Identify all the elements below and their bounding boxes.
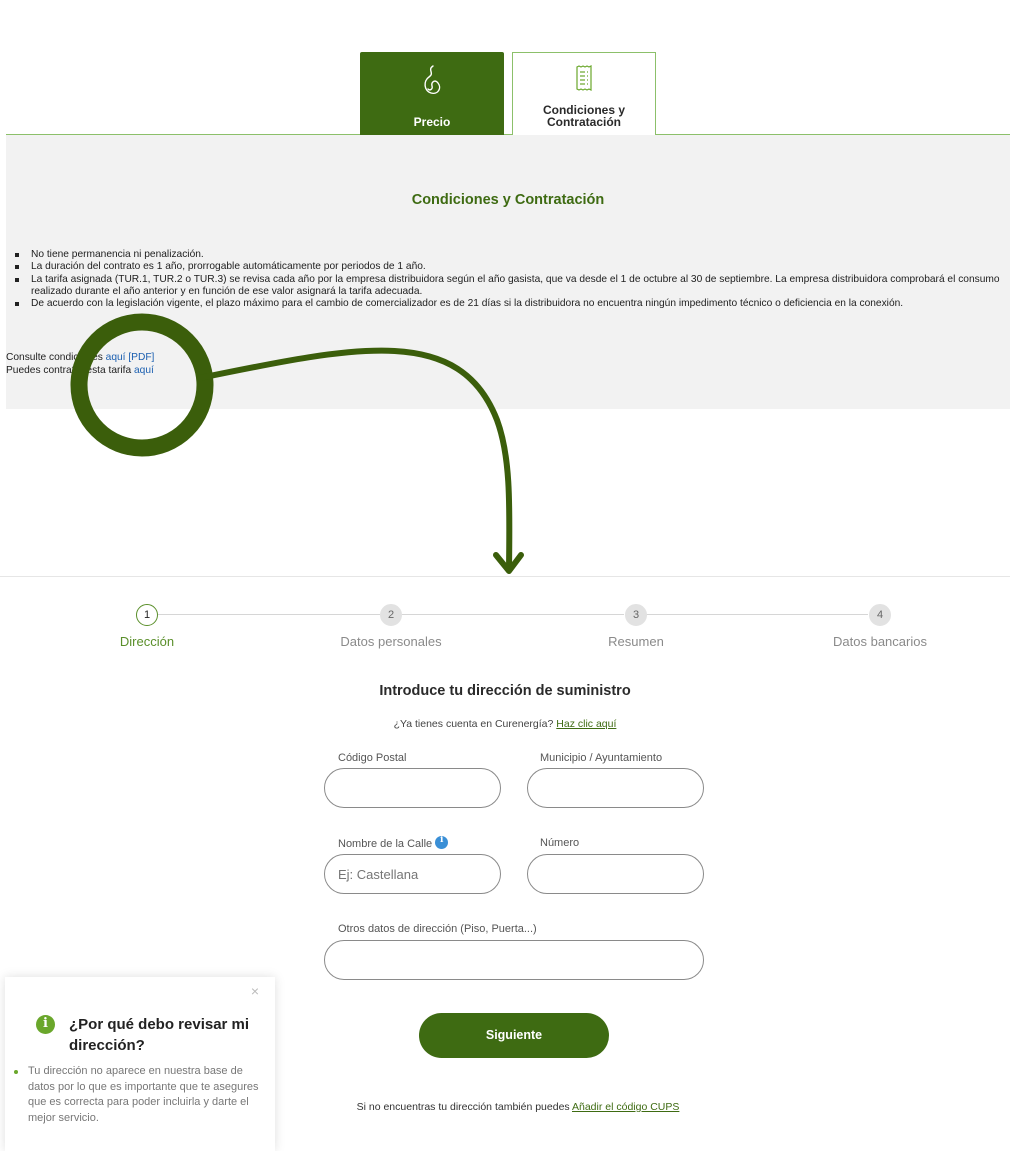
conditions-panel: Condiciones y Contratación No tiene perm… [6, 135, 1010, 409]
street-number-label: Número [540, 837, 580, 849]
consult-text: Consulte condiciones [6, 352, 106, 363]
municipio-input[interactable] [527, 768, 704, 808]
step-label: Dirección [119, 634, 175, 649]
postal-code-input[interactable] [324, 768, 501, 808]
conditions-pdf-link[interactable]: aquí [PDF] [106, 352, 155, 363]
list-item: La tarifa asignada (TUR.1, TUR.2 o TUR.3… [6, 274, 1010, 299]
account-text: ¿Ya tienes cuenta en Curenergía? [393, 718, 557, 730]
step-number: 4 [869, 604, 891, 626]
street-name-input[interactable] [324, 854, 501, 894]
other-address-label: Otros datos de dirección (Piso, Puerta..… [338, 923, 537, 935]
list-item: De acuerdo con la legislación vigente, e… [6, 298, 1010, 310]
close-icon[interactable]: × [251, 983, 259, 999]
step-direccion: 1 Dirección [57, 604, 237, 649]
list-item: La duración del contrato es 1 año, prorr… [6, 261, 1010, 273]
street-number-input[interactable] [527, 854, 704, 894]
step-label: Datos bancarios [833, 634, 927, 649]
cups-text: Si no encuentras tu dirección también pu… [356, 1101, 572, 1113]
conditions-title: Condiciones y Contratación [411, 192, 605, 208]
info-icon [36, 1015, 55, 1034]
step-label: Resumen [608, 634, 664, 649]
next-button[interactable]: Siguiente [419, 1013, 609, 1058]
postal-code-label: Código Postal [338, 752, 407, 764]
step-number: 3 [625, 604, 647, 626]
tab-precio[interactable]: Precio [360, 52, 504, 135]
arrow-head [493, 552, 524, 574]
info-icon[interactable] [435, 835, 449, 849]
tooltip-title: ¿Por qué debo revisar mi dirección? [69, 1016, 250, 1054]
login-link[interactable]: Haz clic aquí [556, 718, 616, 730]
contract-link[interactable]: aquí [134, 365, 154, 376]
step-datos-bancarios: 4 Datos bancarios [790, 604, 970, 649]
account-prompt: ¿Ya tienes cuenta en Curenergía? Haz cli… [0, 718, 1010, 730]
section-divider [0, 576, 1010, 577]
add-cups-link[interactable]: Añadir el código CUPS [572, 1101, 679, 1113]
tab-precio-label: Precio [413, 115, 451, 129]
form-title: Introduce tu dirección de suministro [379, 683, 631, 699]
street-name-label-text: Nombre de la Calle [338, 838, 433, 850]
conditions-list: No tiene permanencia ni penalización. La… [6, 249, 1010, 310]
contract-text: Puedes contratar esta tarifa [6, 365, 134, 376]
conditions-links: Consulte condiciones aquí [PDF] Puedes c… [6, 351, 154, 377]
street-name-label: Nombre de la Calle [338, 835, 449, 850]
other-address-input[interactable] [324, 940, 704, 980]
address-help-tooltip: × ¿Por qué debo revisar mi dirección? Tu… [5, 977, 275, 1151]
step-resumen: 3 Resumen [546, 604, 726, 649]
municipio-label: Municipio / Ayuntamiento [540, 752, 663, 764]
step-datos-personales: 2 Datos personales [301, 604, 481, 649]
flame-icon [421, 64, 443, 101]
step-label: Datos personales [340, 634, 442, 649]
tab-condiciones-label: Condiciones y Contratación [542, 103, 625, 129]
tooltip-body: Tu dirección no aparece en nuestra base … [14, 1064, 268, 1126]
step-number: 2 [380, 604, 402, 626]
list-item: No tiene permanencia ni penalización. [6, 249, 1010, 261]
receipt-icon [575, 65, 593, 96]
tab-condiciones[interactable]: Condiciones y Contratación [512, 52, 656, 136]
step-number: 1 [136, 604, 158, 626]
